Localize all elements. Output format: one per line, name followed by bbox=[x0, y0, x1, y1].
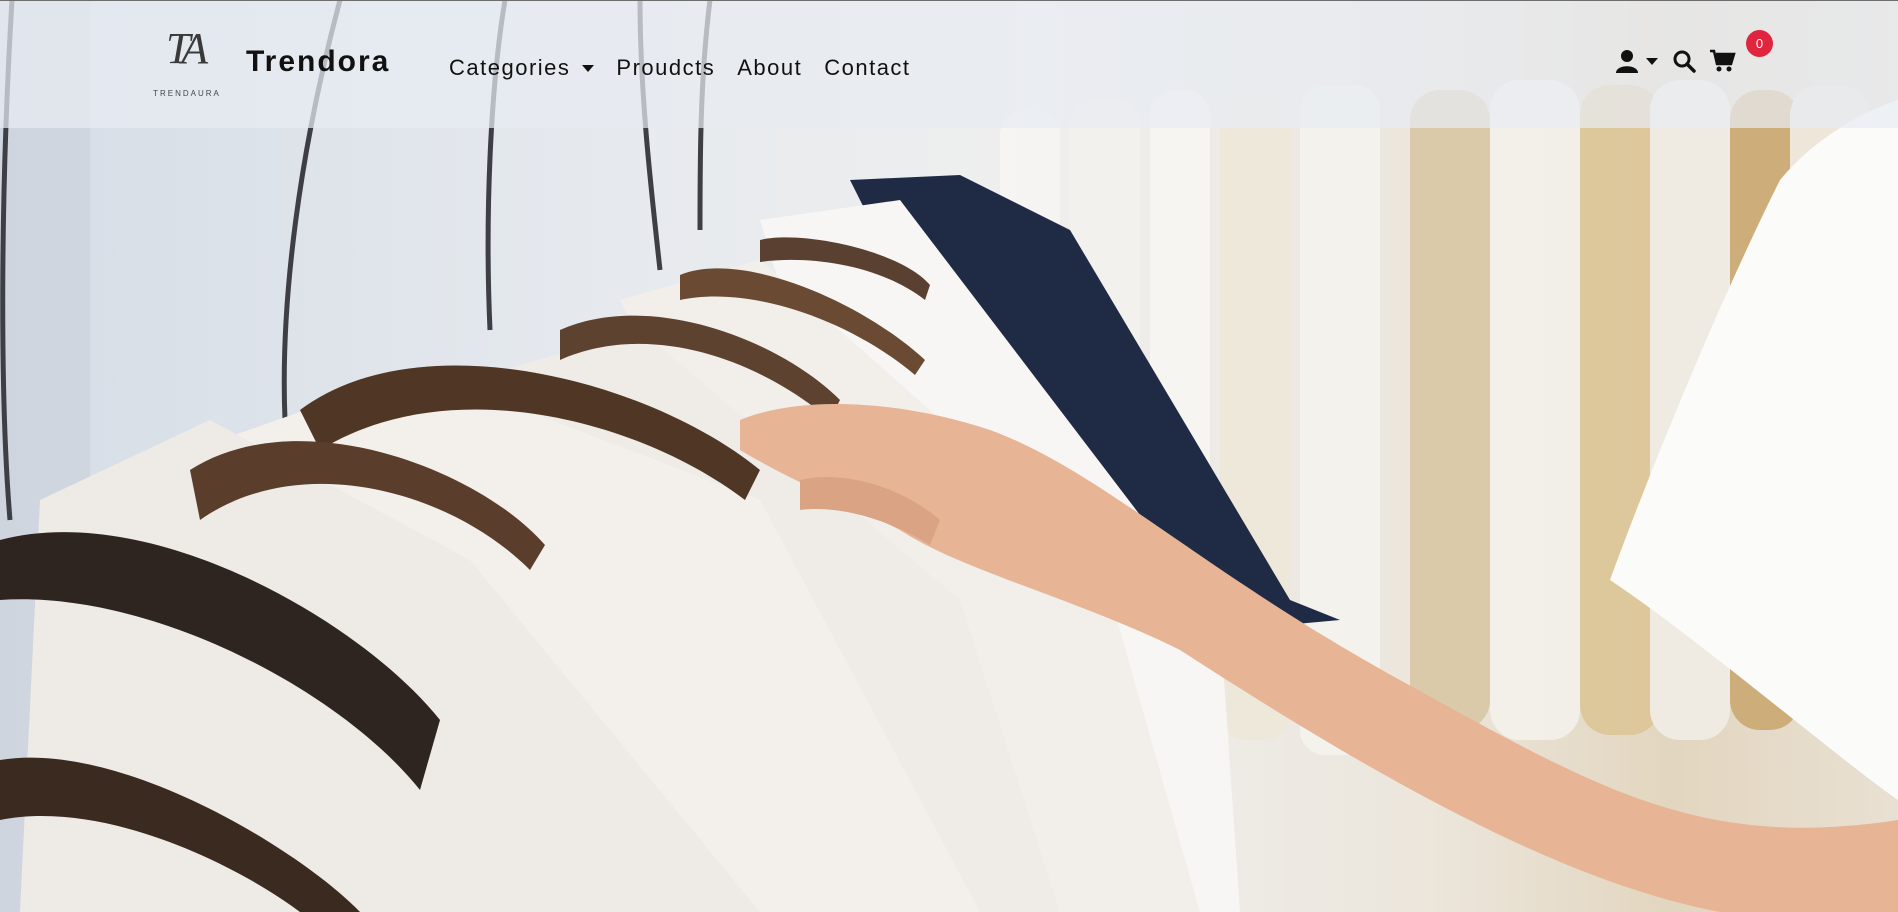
logo-tagline: TRENDAURA bbox=[153, 89, 221, 98]
nav-item-contact[interactable]: Contact bbox=[824, 55, 910, 81]
account-dropdown[interactable] bbox=[1616, 49, 1658, 73]
search-icon bbox=[1673, 50, 1696, 73]
nav-item-products[interactable]: Proudcts bbox=[616, 55, 715, 81]
nav-item-label: About bbox=[737, 55, 803, 80]
cart-count-badge: 0 bbox=[1746, 30, 1773, 57]
logo-monogram: TA bbox=[166, 24, 208, 73]
nav-actions bbox=[1616, 49, 1750, 73]
cart-icon bbox=[1710, 49, 1736, 72]
chevron-down-icon bbox=[1646, 57, 1658, 65]
nav-item-label: Contact bbox=[824, 55, 911, 80]
chevron-down-icon bbox=[582, 64, 595, 72]
nav-item-about[interactable]: About bbox=[737, 55, 802, 81]
user-icon bbox=[1616, 50, 1638, 73]
top-navbar: TA TRENDAURA Trendora Categories Proudct… bbox=[0, 0, 1898, 128]
brand-name[interactable]: Trendora bbox=[246, 45, 390, 79]
hero-image bbox=[0, 0, 1898, 912]
cart-button[interactable] bbox=[1710, 49, 1736, 73]
nav-item-label: Proudcts bbox=[616, 55, 716, 80]
hero-illustration bbox=[0, 0, 1898, 912]
nav-item-categories[interactable]: Categories bbox=[449, 55, 595, 81]
search-button[interactable] bbox=[1672, 49, 1696, 73]
nav-item-label: Categories bbox=[449, 55, 571, 80]
logo[interactable]: TA TRENDAURA bbox=[144, 21, 230, 103]
main-nav: Categories Proudcts About Contact bbox=[449, 55, 933, 81]
